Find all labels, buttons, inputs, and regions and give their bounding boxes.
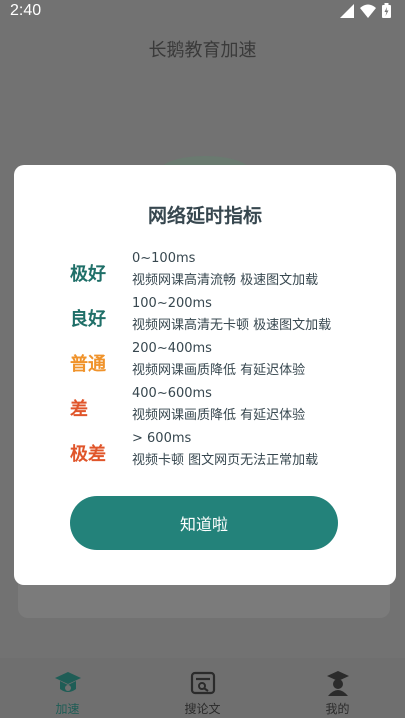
graduation-cap-icon [54,672,81,692]
latency-level: 良好 [70,309,106,330]
latency-desc: 视频网课画质降低 有延迟体验 [132,408,306,423]
latency-desc: 视频网课画质降低 有延迟体验 [132,363,306,378]
dialog-title: 网络延时指标 [147,205,262,227]
signal-icon [340,3,354,18]
latency-range: 0~100ms [132,251,196,266]
nav-item-speedup[interactable]: 加速 [0,658,135,718]
status-time: 2:40 [10,2,42,19]
got-it-button[interactable]: 知道啦 [70,496,338,550]
latency-row-poor: 差 400~600ms 视频网课画质降低 有延迟体验 [14,386,396,431]
bottom-nav: 加速 搜论文 我的 [0,658,405,718]
nav-label: 加速 [55,702,80,716]
latency-desc: 视频卡顿 图文网页无法正常加载 [132,453,319,468]
latency-range: > 600ms [132,431,192,446]
nav-item-search-paper[interactable]: 搜论文 [135,658,270,718]
status-icons [340,3,391,18]
wifi-icon [360,4,376,18]
latency-range: 200~400ms [132,341,212,356]
latency-row-normal: 普通 200~400ms 视频网课画质降低 有延迟体验 [14,341,396,386]
latency-range: 400~600ms [132,386,212,401]
latency-level: 极好 [70,264,106,285]
latency-desc: 视频网课高清流畅 极速图文加载 [132,273,319,288]
search-paper-icon [190,671,215,695]
latency-row-very-poor: 极差 > 600ms 视频卡顿 图文网页无法正常加载 [14,431,396,476]
nav-item-profile[interactable]: 我的 [270,658,405,718]
latency-dialog: 网络延时指标 极好 0~100ms 视频网课高清流畅 极速图文加载 良好 100… [14,165,396,585]
nav-label: 搜论文 [184,702,221,716]
latency-row-excellent: 极好 0~100ms 视频网课高清流畅 极速图文加载 [14,251,396,296]
profile-icon [326,671,349,696]
latency-row-good: 良好 100~200ms 视频网课高清无卡顿 极速图文加载 [14,296,396,341]
latency-range: 100~200ms [132,296,212,311]
status-bar: 2:40 [0,0,405,24]
latency-level: 差 [70,399,88,420]
latency-level: 极差 [70,444,106,465]
latency-level: 普通 [70,354,106,375]
app-title: 长鹅教育加速 [148,40,257,61]
battery-icon [382,3,391,18]
nav-label: 我的 [325,702,350,716]
latency-list: 极好 0~100ms 视频网课高清流畅 极速图文加载 良好 100~200ms … [14,251,396,476]
latency-desc: 视频网课高清无卡顿 极速图文加载 [132,318,332,333]
